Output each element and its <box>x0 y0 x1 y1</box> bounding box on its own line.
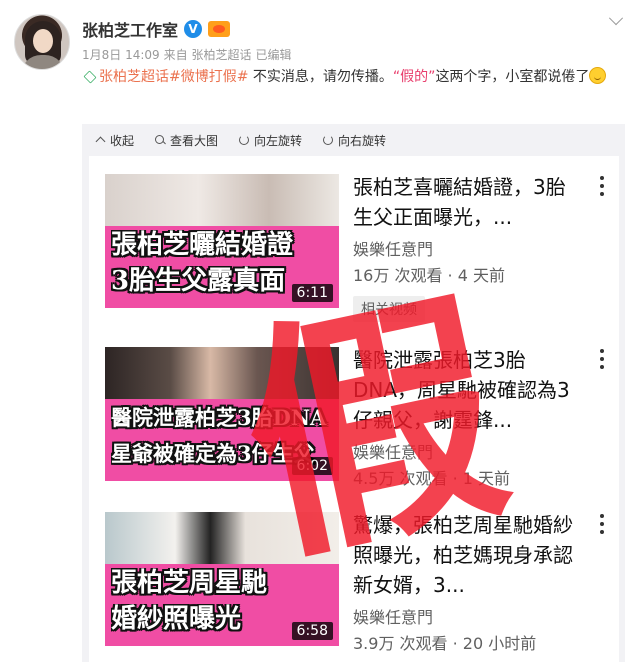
avatar[interactable] <box>14 14 70 70</box>
weibo-post-header: 张柏芝工作室 V 1月8日 14:09 来自 张柏芝超话 已编辑 张柏芝超话#微… <box>0 0 641 100</box>
user-line: 张柏芝工作室 V <box>82 16 231 42</box>
chevron-down-icon[interactable] <box>605 12 627 30</box>
fake-stamp: 假 <box>221 263 517 598</box>
verified-icon: V <box>184 20 203 38</box>
rotate-right-icon <box>322 134 334 146</box>
rotate-right-label: 向右旋转 <box>338 133 387 148</box>
search-icon <box>154 134 166 146</box>
rotate-left-icon <box>238 134 250 146</box>
username[interactable]: 张柏芝工作室 <box>82 17 178 41</box>
view-large-button[interactable]: 查看大图 <box>154 132 218 149</box>
rotate-left-button[interactable]: 向左旋转 <box>238 132 302 149</box>
content-quote: “假的” <box>392 69 436 85</box>
collapse-button[interactable]: 收起 <box>94 132 134 149</box>
supertopic-link[interactable]: 张柏芝超话 <box>99 69 169 85</box>
video-title[interactable]: 張柏芝喜曬結婚證，3胎生父正面曝光，... <box>353 172 585 232</box>
rotate-left-label: 向左旋转 <box>254 133 303 148</box>
more-options-icon[interactable] <box>599 349 605 369</box>
post-meta: 1月8日 14:09 来自 张柏芝超话 已编辑 <box>82 46 292 63</box>
rotate-right-button[interactable]: 向右旋转 <box>322 132 386 149</box>
expanded-image-panel: 收起 查看大图 向左旋转 向右旋转 張柏芝曬結婚證 3胎生父露真面 6:11 張… <box>82 124 625 662</box>
video-channel[interactable]: 娛樂任意門 <box>353 236 585 260</box>
thumbnail-photo <box>105 174 339 226</box>
attached-screenshot[interactable]: 張柏芝曬結婚證 3胎生父露真面 6:11 張柏芝喜曬結婚證，3胎生父正面曝光，.… <box>89 156 619 662</box>
edited-label: 已编辑 <box>255 48 292 62</box>
supertopic-icon <box>82 71 96 81</box>
image-toolbar: 收起 查看大图 向左旋转 向右旋转 <box>82 124 625 156</box>
content-text-1: 不实消息，请勿传播。 <box>248 69 393 85</box>
collapse-label: 收起 <box>110 133 135 148</box>
hashtag-link[interactable]: #微博打假# <box>169 69 248 85</box>
more-options-icon[interactable] <box>599 514 605 534</box>
smile-emoji-icon <box>589 67 607 84</box>
content-text-2: 这两个字，小室都说倦了 <box>435 69 590 85</box>
video-channel[interactable]: 娛樂任意門 <box>353 604 585 628</box>
post-source[interactable]: 来自 张柏芝超话 <box>164 46 252 63</box>
post-time[interactable]: 1月8日 14:09 <box>82 46 160 63</box>
vip-badge-icon <box>208 21 231 37</box>
more-options-icon[interactable] <box>599 176 605 196</box>
video-duration: 6:58 <box>291 622 333 640</box>
view-large-label: 查看大图 <box>170 133 219 148</box>
post-content: 张柏芝超话#微博打假# 不实消息，请勿传播。“假的”这两个字，小室都说倦了 <box>82 66 622 88</box>
video-stats: 3.9万 次观看 · 20 小时前 <box>353 634 537 653</box>
video-thumbnail[interactable]: 張柏芝曬結婚證 3胎生父露真面 6:11 <box>105 174 339 308</box>
collapse-icon <box>94 134 106 146</box>
thumbnail-caption-1: 張柏芝曬結婚證 <box>111 230 294 260</box>
